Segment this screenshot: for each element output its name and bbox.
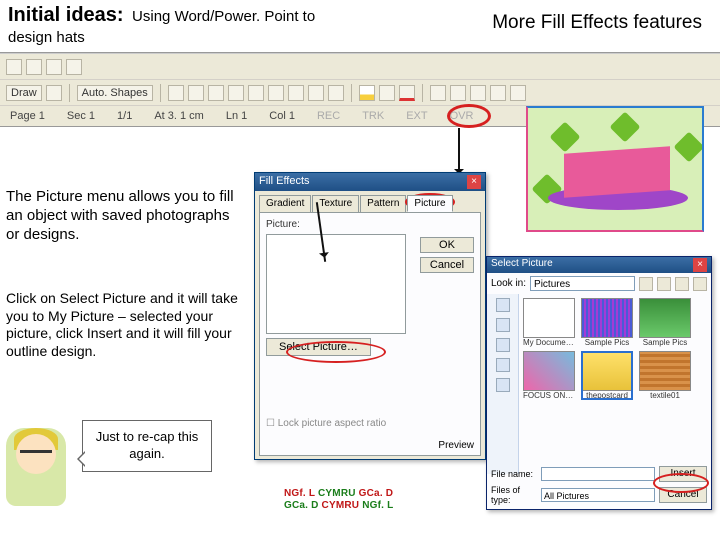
- autoshapes-menu[interactable]: Auto. Shapes: [77, 85, 153, 101]
- dash-style-icon[interactable]: [450, 85, 466, 101]
- list-item[interactable]: thepostcard: [581, 351, 633, 400]
- back-icon[interactable]: [639, 277, 653, 291]
- title-main: Initial ideas:: [8, 4, 124, 26]
- list-item[interactable]: FOCUS ON DT ART IMAGE: [523, 351, 575, 400]
- fill-color-icon[interactable]: [359, 85, 375, 101]
- draw-menu[interactable]: Draw: [6, 85, 42, 101]
- font-color-icon[interactable]: [399, 85, 415, 101]
- diagram-icon[interactable]: [288, 85, 304, 101]
- status-trk: TRK: [362, 110, 384, 122]
- up-icon[interactable]: [657, 277, 671, 291]
- dialog-title: Select Picture: [491, 258, 553, 272]
- list-item[interactable]: textile01: [639, 351, 691, 400]
- title-sub: Using Word/Power. Point to: [132, 8, 315, 25]
- dialog-title: Fill Effects: [259, 175, 310, 189]
- views-icon[interactable]: [675, 277, 689, 291]
- 3d-icon[interactable]: [510, 85, 526, 101]
- status-page: Page 1: [10, 110, 45, 122]
- close-icon[interactable]: ×: [693, 258, 707, 272]
- picture-icon[interactable]: [328, 85, 344, 101]
- cancel-button[interactable]: Cancel: [659, 487, 707, 503]
- status-rec: REC: [317, 110, 340, 122]
- shadow-icon[interactable]: [490, 85, 506, 101]
- cancel-button[interactable]: Cancel: [420, 257, 474, 273]
- avatar: [6, 428, 66, 506]
- filename-field[interactable]: [541, 467, 655, 481]
- status-ovr: OVR: [450, 110, 474, 122]
- filetype-field[interactable]: All Pictures: [541, 488, 655, 502]
- lookin-label: Look in:: [491, 278, 526, 289]
- view-icon[interactable]: [46, 59, 62, 75]
- status-ext: EXT: [406, 110, 427, 122]
- status-ln: Ln 1: [226, 110, 247, 122]
- ok-button[interactable]: OK: [420, 237, 474, 253]
- paragraph-1: The Picture menu allows you to fill an o…: [6, 188, 234, 244]
- picture-preview: [266, 234, 406, 334]
- close-icon[interactable]: ×: [467, 175, 481, 189]
- title-block: Initial ideas: Using Word/Power. Point t…: [8, 4, 315, 46]
- wordart-icon[interactable]: [268, 85, 284, 101]
- select-picture-dialog: Select Picture × Look in: Pictures My Do…: [486, 256, 712, 510]
- list-item[interactable]: Sample Pics: [581, 298, 633, 347]
- insert-button[interactable]: Insert: [659, 466, 707, 482]
- view-icon[interactable]: [66, 59, 82, 75]
- fill-effects-dialog: Fill Effects × Gradient Texture Pattern …: [254, 172, 486, 460]
- line-icon[interactable]: [168, 85, 184, 101]
- history-icon[interactable]: [496, 298, 510, 312]
- select-picture-button[interactable]: Select Picture…: [266, 338, 371, 356]
- oval-icon[interactable]: [228, 85, 244, 101]
- arrow-icon[interactable]: [188, 85, 204, 101]
- tab-pattern[interactable]: Pattern: [360, 195, 406, 212]
- paragraph-2: Click on Select Picture and it will take…: [6, 290, 251, 360]
- preview-label: Preview: [438, 440, 474, 451]
- rectangle-icon[interactable]: [208, 85, 224, 101]
- title-line2: design hats: [8, 29, 315, 46]
- network-icon[interactable]: [496, 378, 510, 392]
- tab-gradient[interactable]: Gradient: [259, 195, 311, 212]
- view-icon[interactable]: [6, 59, 22, 75]
- desktop-icon[interactable]: [496, 338, 510, 352]
- favorites-icon[interactable]: [496, 358, 510, 372]
- places-bar: [487, 294, 519, 474]
- mydocs-icon[interactable]: [496, 318, 510, 332]
- status-sec: Sec 1: [67, 110, 95, 122]
- tab-texture[interactable]: Texture: [312, 195, 359, 212]
- tab-picture[interactable]: Picture: [407, 195, 452, 212]
- arrow-style-icon[interactable]: [470, 85, 486, 101]
- ngfl-logo: NGf. L CYMRU GCa. D GCa. D CYMRU NGf. L: [284, 488, 393, 512]
- tools-icon[interactable]: [693, 277, 707, 291]
- title-right: More Fill Effects features: [492, 12, 702, 34]
- select-arrow-icon[interactable]: [46, 85, 62, 101]
- thumbnail-grid: My Documents Sample Pics Sample Pics FOC…: [519, 294, 711, 474]
- picture-label: Picture:: [266, 219, 474, 230]
- status-pages: 1/1: [117, 110, 132, 122]
- list-item[interactable]: Sample Pics: [639, 298, 691, 347]
- clipart-icon[interactable]: [308, 85, 324, 101]
- speech-callout: Just to re-cap this again.: [82, 420, 212, 472]
- annotation-arrow: [458, 128, 460, 178]
- status-at: At 3. 1 cm: [154, 110, 204, 122]
- hat-illustration: [526, 106, 704, 232]
- view-icon[interactable]: [26, 59, 42, 75]
- filetype-label: Files of type:: [491, 485, 537, 505]
- list-item[interactable]: My Documents: [523, 298, 575, 347]
- textbox-icon[interactable]: [248, 85, 264, 101]
- line-style-icon[interactable]: [430, 85, 446, 101]
- lock-aspect-checkbox[interactable]: ☐ Lock picture aspect ratio: [266, 418, 386, 429]
- line-color-icon[interactable]: [379, 85, 395, 101]
- lookin-field[interactable]: Pictures: [530, 276, 635, 291]
- filename-label: File name:: [491, 469, 537, 479]
- status-col: Col 1: [269, 110, 295, 122]
